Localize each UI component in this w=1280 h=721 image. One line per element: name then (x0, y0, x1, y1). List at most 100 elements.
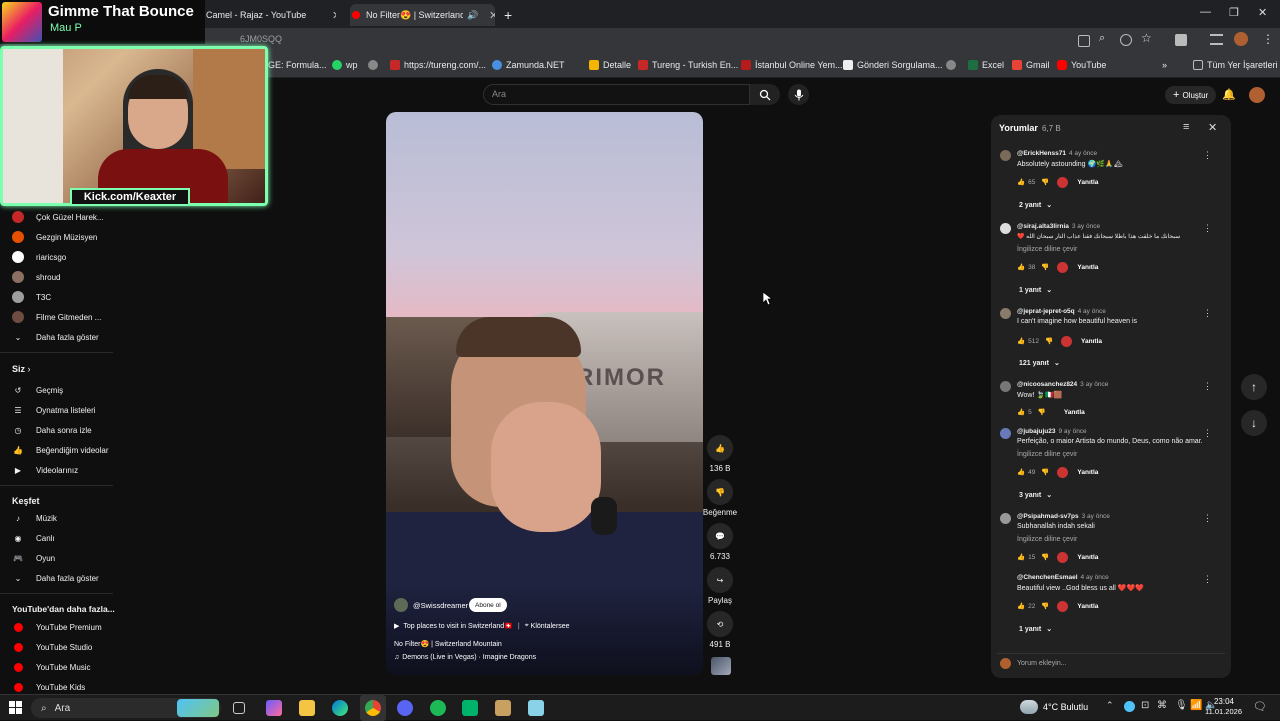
windows-start-icon[interactable] (9, 701, 22, 714)
bookmark-item[interactable]: Gönderi Sorgulama... (843, 60, 943, 70)
short-music[interactable]: ♫ Demons (Live in Vegas) · Imagine Drago… (394, 654, 536, 661)
comments-button[interactable]: 💬 6.733 (706, 523, 734, 561)
minimize-icon[interactable]: — (1200, 6, 1211, 18)
more-options-icon[interactable]: ⋮ (1203, 381, 1212, 392)
bookmark-item[interactable] (946, 60, 960, 70)
more-options-icon[interactable]: ⋮ (1203, 513, 1212, 524)
replies-toggle[interactable]: 1 yanıt ⌄ (1019, 625, 1052, 634)
tab-search-icon[interactable] (1210, 34, 1223, 45)
sidebar-item-premium[interactable]: YouTube Premium (12, 619, 102, 635)
tray-chevron-icon[interactable]: ⌃ (1106, 700, 1114, 711)
commenter-name[interactable]: @nicoosanchez824 3 ay önce (1017, 381, 1108, 388)
thumbs-up-icon[interactable]: 👍 (1017, 178, 1025, 186)
reply-button[interactable]: Yanıtla (1077, 264, 1098, 271)
short-channel-name[interactable]: @Swissdreamer (413, 601, 468, 610)
you-heading[interactable]: Siz › (12, 364, 31, 374)
voice-search-button[interactable] (788, 84, 809, 105)
sidebar-item-music-app[interactable]: YouTube Music (12, 659, 91, 675)
thumbs-down-icon[interactable]: 👎 (1041, 553, 1049, 561)
notepad-icon[interactable] (528, 700, 544, 716)
share-button[interactable]: ↪ Paylaş (706, 567, 734, 605)
subscription-item[interactable]: riaricsgo (12, 249, 66, 265)
commenter-avatar[interactable] (1000, 150, 1011, 161)
show-more-subscriptions[interactable]: ⌄ Daha fazla göster (12, 329, 99, 345)
speaker-icon[interactable]: 🔊 (467, 10, 478, 21)
close-icon[interactable]: ✕ (1208, 121, 1217, 134)
bookmark-item[interactable]: https://tureng.com/... (390, 60, 486, 70)
bookmark-item[interactable] (368, 60, 382, 70)
subscription-item[interactable]: Çok Güzel Harek... (12, 209, 104, 225)
channel-avatar[interactable] (394, 598, 408, 612)
tracking-icon[interactable] (1120, 34, 1132, 46)
translate-link[interactable]: İngilizce diline çevir (1017, 246, 1077, 253)
new-tab-button[interactable]: + (504, 4, 520, 26)
thumbs-down-icon[interactable]: 👎 (1038, 408, 1046, 416)
more-options-icon[interactable]: ⋮ (1203, 428, 1212, 439)
more-options-icon[interactable]: ⋮ (1203, 308, 1212, 319)
thumbs-down-icon[interactable]: 👎 (1041, 263, 1049, 271)
more-options-icon[interactable]: ⋮ (1203, 223, 1212, 234)
subscription-item[interactable]: T3C (12, 289, 51, 305)
bookmark-item[interactable]: wp (332, 60, 358, 70)
bookmark-item[interactable]: GE: Formula... (268, 60, 327, 70)
reply-button[interactable]: Yanıtla (1077, 554, 1098, 561)
thumbs-up-icon[interactable]: 👍 (1017, 602, 1025, 610)
commenter-avatar[interactable] (1000, 513, 1011, 524)
bookmark-item[interactable]: Tureng - Turkish En... (638, 60, 738, 70)
commenter-name[interactable]: @jubajuju23 9 ay önce (1017, 428, 1087, 435)
replies-toggle[interactable]: 3 yanıt ⌄ (1019, 491, 1052, 500)
bookmark-item[interactable]: Excel (968, 60, 1004, 70)
edge-icon[interactable] (332, 700, 348, 716)
show-more-explore[interactable]: ⌄ Daha fazla göster (12, 570, 99, 586)
taskbar-search[interactable]: ⌕ Ara (31, 698, 221, 718)
remix-button[interactable]: ⟲ 491 B (706, 611, 734, 649)
copilot-icon[interactable] (266, 700, 282, 716)
reply-button[interactable]: Yanıtla (1077, 603, 1098, 610)
close-icon[interactable]: ✕ (332, 9, 336, 22)
commenter-avatar[interactable] (1000, 428, 1011, 439)
more-options-icon[interactable]: ⋮ (1203, 574, 1212, 585)
replies-toggle[interactable]: 1 yanıt ⌄ (1019, 286, 1052, 295)
short-playlist[interactable]: ▶ Top places to visit in Switzerland🇨🇭 |… (394, 622, 570, 630)
bookmark-item[interactable]: Detalle (589, 60, 631, 70)
sidebar-item-your-videos[interactable]: ▶ Videolarınız (12, 462, 78, 478)
clock-date[interactable]: 11.01.2026 (1192, 707, 1242, 716)
sidebar-item-playlists[interactable]: ☰ Oynatma listeleri (12, 402, 95, 418)
translate-link[interactable]: İngilizce diline çevir (1017, 536, 1077, 543)
tray-app-icon[interactable]: ⊡ (1141, 700, 1149, 711)
commenter-name[interactable]: @ChenchenEsmael 4 ay önce (1017, 574, 1109, 581)
bookmarks-overflow-icon[interactable]: » (1162, 60, 1167, 70)
sidebar-item-watch-later[interactable]: ◷ Daha sonra izle (12, 422, 92, 438)
commenter-name[interactable]: @siraj.alta3lirnia 3 ay önce (1017, 223, 1100, 230)
sidebar-item-gaming[interactable]: 🎮 Oyun (12, 550, 55, 566)
file-explorer-icon[interactable] (299, 700, 315, 716)
sidebar-item-live[interactable]: ◉ Canlı (12, 530, 55, 546)
extensions-icon[interactable] (1175, 34, 1187, 46)
clock-time[interactable]: 23:04 (1204, 697, 1234, 706)
subscribe-button[interactable]: Abone ol (469, 598, 507, 612)
sidebar-item-kids[interactable]: YouTube Kids (12, 679, 85, 695)
menu-icon[interactable]: ⋮ (1262, 32, 1274, 46)
subscription-item[interactable]: shroud (12, 269, 60, 285)
replies-toggle[interactable]: 2 yanıt ⌄ (1019, 201, 1052, 210)
commenter-name[interactable]: @Psipahmad-sv7ps 3 ay önce (1017, 513, 1110, 520)
commenter-avatar[interactable] (1000, 381, 1011, 392)
install-icon[interactable] (1078, 35, 1090, 47)
translate-link[interactable]: İngilizce diline çevir (1017, 451, 1077, 458)
thumbs-down-icon[interactable]: 👎 (1045, 337, 1053, 345)
zoom-icon[interactable]: ⌕ (1099, 32, 1105, 45)
chrome-icon[interactable] (365, 700, 381, 716)
thumbs-up-icon[interactable]: 👍 (1017, 337, 1025, 345)
sidebar-item-studio[interactable]: YouTube Studio (12, 639, 92, 655)
all-bookmarks[interactable]: Tüm Yer İşaretleri (1193, 60, 1278, 70)
profile-avatar[interactable] (1234, 32, 1248, 46)
more-options-icon[interactable]: ⋮ (1203, 150, 1212, 161)
reply-button[interactable]: Yanıtla (1064, 409, 1085, 416)
search-input[interactable]: Ara (483, 84, 750, 105)
tray-app-icon[interactable] (1124, 701, 1135, 712)
thumbs-up-icon[interactable]: 👍 (1017, 468, 1025, 476)
maximize-icon[interactable]: ❐ (1229, 6, 1239, 19)
sound-thumbnail[interactable] (711, 657, 731, 675)
bookmark-item[interactable]: Zamunda.NET (492, 60, 565, 70)
short-video-player[interactable]: RIMOR @Swissdreamer Abone ol ▶ Top place… (386, 112, 703, 675)
